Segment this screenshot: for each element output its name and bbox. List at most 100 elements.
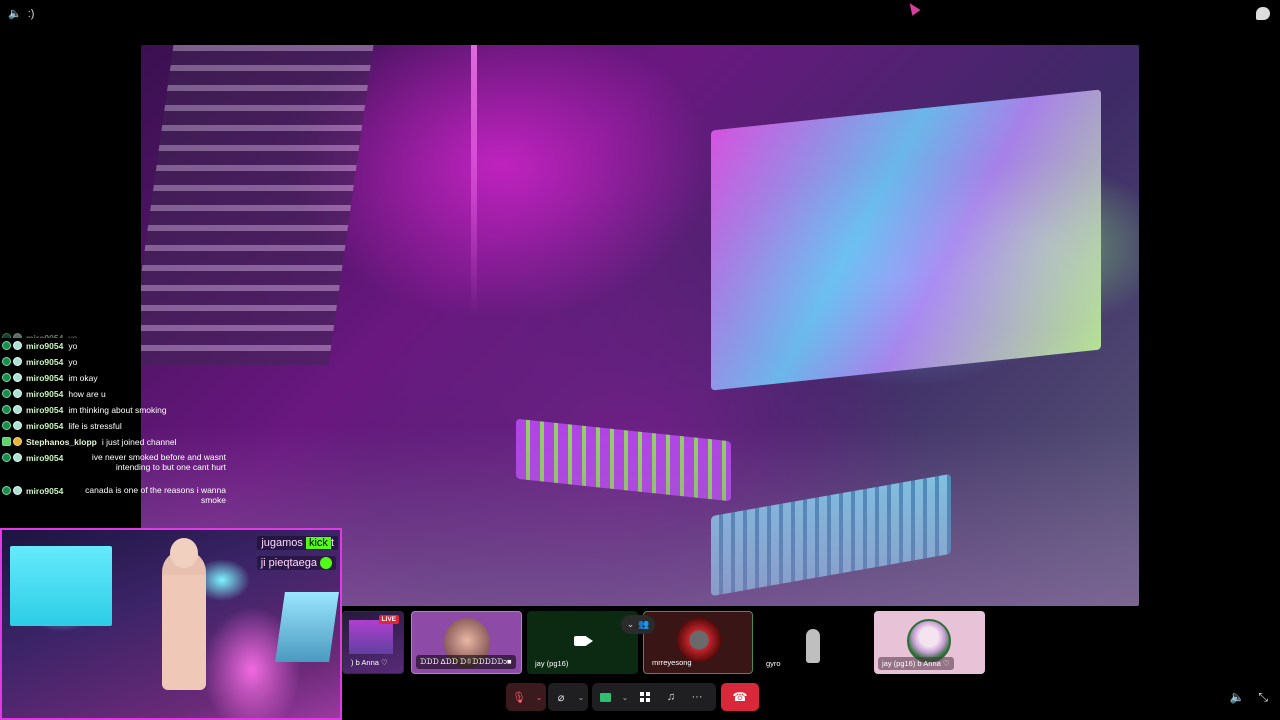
chat-line: miro9054 yo xyxy=(0,330,226,338)
badge-icon xyxy=(13,373,22,382)
chat-message: i just joined channel xyxy=(101,437,177,447)
users-icon: 👥 xyxy=(637,619,650,629)
chat-username[interactable]: miro9054 xyxy=(26,338,63,354)
mouse-cursor-icon xyxy=(905,0,921,16)
badge-icon xyxy=(13,341,22,350)
badge-icon xyxy=(2,453,11,462)
streamer-webcam[interactable]: jugamos kick t ji pieqtaega xyxy=(0,528,342,720)
badge-icon xyxy=(2,373,11,382)
badge-icon xyxy=(2,421,11,430)
chat-line: miro9054 life is stressful xyxy=(0,418,226,434)
action-button-group: ⌄ ♫ ··· xyxy=(592,683,716,711)
chat-username[interactable]: miro9054 xyxy=(26,402,63,418)
chat-username[interactable]: miro9054 xyxy=(26,354,63,370)
chat-username[interactable]: miro9054 xyxy=(26,330,63,338)
camera-button-group[interactable]: ⌀ ⌄ xyxy=(548,683,588,711)
chat-username[interactable]: Stephanos_klopp xyxy=(26,434,97,450)
badge-icon xyxy=(13,333,22,338)
chat-bubble-icon[interactable] xyxy=(1256,7,1270,20)
chat-username[interactable]: miro9054 xyxy=(26,418,63,434)
overlay-text-highlight: kick xyxy=(305,537,331,549)
soundboard-icon[interactable]: ♫ xyxy=(658,683,684,711)
chat-message: yo xyxy=(68,357,78,367)
participant-name: mrreyesong xyxy=(652,658,692,667)
participant-tile[interactable]: jay (pg16) b Anna ♡ xyxy=(874,611,985,674)
speaker-icon[interactable]: 🔈 xyxy=(1229,690,1244,705)
stream-monitor xyxy=(711,89,1101,391)
webcam-overlay-text: ji pieqtaega xyxy=(256,556,336,571)
top-bar: 🔈 :) xyxy=(0,0,1280,28)
webcam-person xyxy=(162,550,206,690)
chevron-down-icon: ⌄ xyxy=(626,619,635,629)
chevron-down-icon[interactable]: ⌄ xyxy=(532,683,546,711)
main-stream-video[interactable] xyxy=(141,45,1139,606)
chat-message: yo xyxy=(68,333,78,338)
chat-username[interactable]: miro9054 xyxy=(26,450,63,466)
webcam-overlay-text: jugamos kick t xyxy=(257,536,338,550)
mic-off-icon[interactable]: 🎙 xyxy=(506,683,532,711)
stream-thumbnail xyxy=(349,620,393,654)
badge-icon xyxy=(13,421,22,430)
speaker-icon[interactable]: 🔈 xyxy=(8,7,22,20)
chevron-down-icon[interactable]: ⌄ xyxy=(618,683,632,711)
badge-icon xyxy=(2,405,11,414)
mute-button-group[interactable]: 🎙 ⌄ xyxy=(506,683,546,711)
avatar xyxy=(806,629,820,663)
participant-tile[interactable]: LIVE ) b Anna ♡ xyxy=(342,611,404,674)
chat-message: canada is one of the reasons i wanna smo… xyxy=(85,485,226,505)
chat-username[interactable]: miro9054 xyxy=(26,483,63,499)
overlay-text-suffix: t xyxy=(330,537,334,549)
badge-icon xyxy=(2,437,11,446)
chat-message: how are u xyxy=(68,389,106,399)
participant-tile[interactable]: ᗪᗪᗪ ∆ᗪᗪ ᗪ▯ᗪᗪᗪᗪᗪᴐ■ xyxy=(411,611,522,674)
play-icon xyxy=(320,557,332,570)
badge-icon xyxy=(13,357,22,366)
chat-username[interactable]: miro9054 xyxy=(26,370,63,386)
chat-line: miro9054 yo xyxy=(0,338,226,354)
webcam-background-monitor xyxy=(10,546,112,626)
badge-icon xyxy=(2,341,11,350)
overlay-text-line2: ji pieqtaega xyxy=(260,557,317,569)
end-call-button[interactable]: ☎ xyxy=(721,683,759,711)
chat-line: Stephanos_klopp i just joined channel xyxy=(0,434,226,450)
chat-line: miro9054 ive never smoked before and was… xyxy=(0,450,226,483)
chat-message: im okay xyxy=(68,373,98,383)
screen-share-icon[interactable] xyxy=(592,683,618,711)
chevron-down-icon[interactable]: ⌄ xyxy=(574,683,588,711)
stream-side-monitor xyxy=(141,45,374,365)
chat-line: miro9054 im thinking about smoking xyxy=(0,402,226,418)
participant-name: jay (pg16) b Anna ♡ xyxy=(878,657,954,670)
grid-icon[interactable] xyxy=(632,683,658,711)
webcam-background-monitor xyxy=(275,592,339,662)
participant-strip-toggle[interactable]: ⌄ 👥 xyxy=(621,615,655,634)
participant-tile[interactable]: mrreyesong xyxy=(643,611,753,674)
chat-line: miro9054 yo xyxy=(0,354,226,370)
badge-icon xyxy=(2,357,11,366)
chat-message: ive never smoked before and wasnt intend… xyxy=(91,452,226,472)
badge-icon xyxy=(13,453,22,462)
chat-message: life is stressful xyxy=(68,421,122,431)
participant-name: gyro xyxy=(766,659,781,668)
chat-message: yo xyxy=(68,341,78,351)
more-dots-icon[interactable]: ··· xyxy=(684,683,710,711)
exit-fullscreen-icon[interactable]: ⤡ xyxy=(1258,690,1268,705)
webcam-person-head xyxy=(170,538,198,568)
window-title: :) xyxy=(27,7,35,20)
chat-line: miro9054 canada is one of the reasons i … xyxy=(0,483,226,505)
participant-name: jay (pg16) xyxy=(535,659,569,668)
chat-username[interactable]: miro9054 xyxy=(26,386,63,402)
video-off-icon[interactable]: ⌀ xyxy=(548,683,574,711)
chat-line: miro9054 im okay xyxy=(0,370,226,386)
participant-name: ᗪᗪᗪ ∆ᗪᗪ ᗪ▯ᗪᗪᗪᗪᗪᴐ■ xyxy=(416,655,516,669)
badge-icon xyxy=(13,486,22,495)
badge-icon xyxy=(13,389,22,398)
participant-tile[interactable]: gyro xyxy=(758,611,869,674)
badge-icon xyxy=(13,437,22,446)
stream-light-strip xyxy=(471,45,477,315)
badge-icon xyxy=(2,333,11,338)
top-left-group: 🔈 :) xyxy=(8,7,35,21)
overlay-text-prefix: jugamos xyxy=(261,537,303,549)
chat-message: im thinking about smoking xyxy=(68,405,167,415)
live-badge: LIVE xyxy=(378,615,399,624)
chat-overlay: miro9054 yo miro9054 yo miro9054 yo miro… xyxy=(0,330,226,505)
